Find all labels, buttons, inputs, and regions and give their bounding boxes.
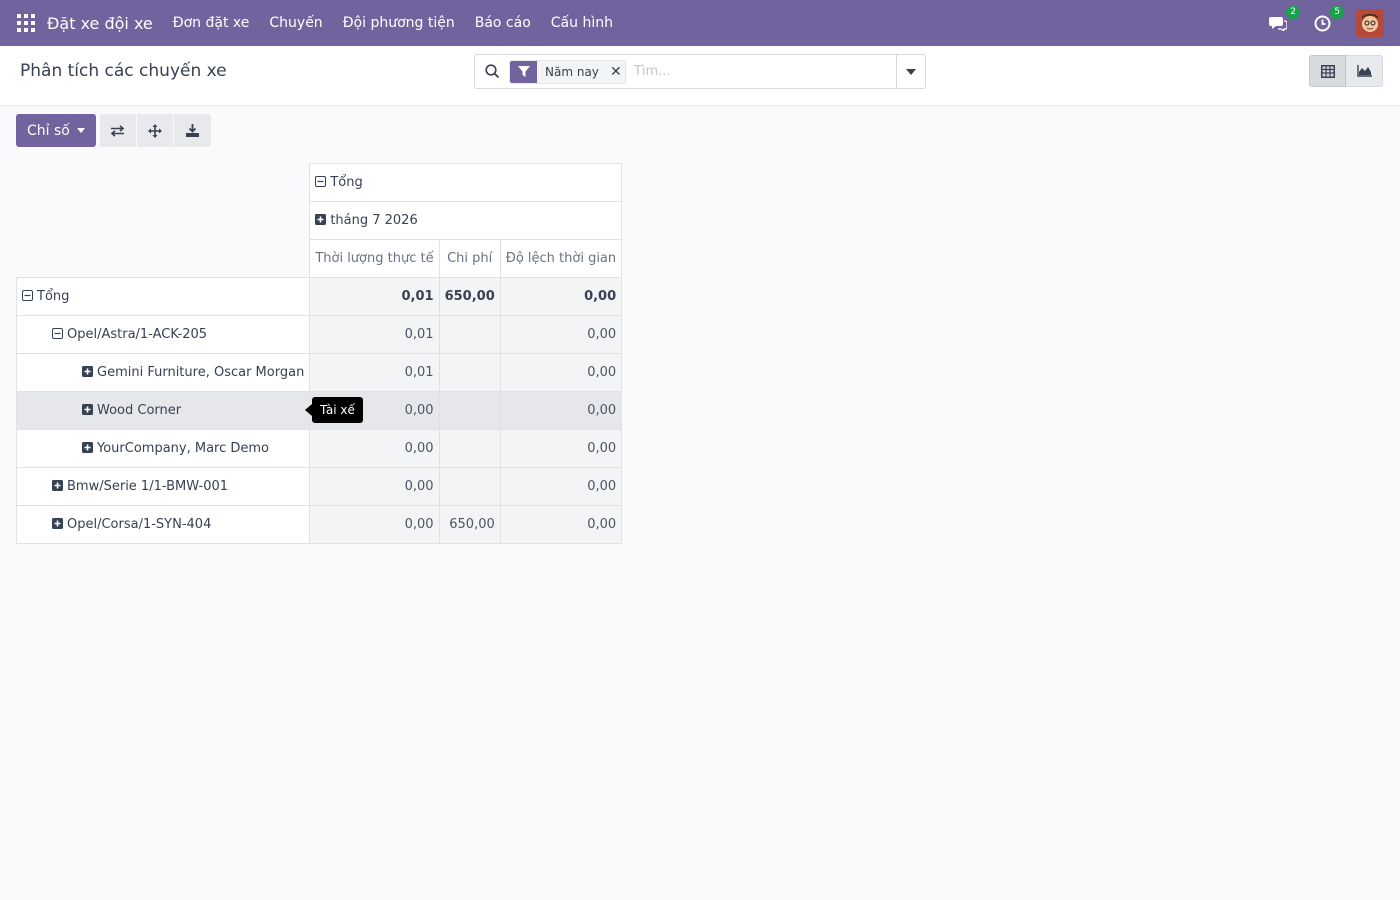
cell-value[interactable]: 0,00 — [499, 391, 623, 430]
cell-value[interactable]: 0,00 — [499, 353, 623, 392]
cell-value[interactable]: 650,00 — [438, 505, 501, 544]
control-panel: Phân tích các chuyến xe Năm nay ✕ — [0, 46, 1400, 106]
table-row: Tổng 0,01 650,00 0,00 — [15, 277, 623, 316]
area-chart-icon — [1356, 65, 1372, 77]
apps-menu-icon[interactable] — [17, 14, 35, 32]
cell-value[interactable]: 0,00 — [499, 467, 623, 506]
flip-axis-button[interactable] — [99, 114, 137, 147]
pivot-table: Tổng tháng 7 2026 Thời lượng thực tế Chi… — [15, 163, 623, 544]
menu-item-config[interactable]: Cấu hình — [551, 15, 613, 31]
menu-item-trips[interactable]: Chuyến — [269, 15, 322, 31]
page-title: Phân tích các chuyến xe — [20, 61, 227, 81]
search-options-toggle[interactable] — [896, 55, 925, 88]
menu-item-fleet[interactable]: Đội phương tiện — [343, 15, 455, 31]
table-row: Bmw/Serie 1/1-BMW-001 0,00 0,00 — [15, 467, 623, 506]
row-header-gemini[interactable]: Gemini Furniture, Oscar Morgan — [15, 353, 311, 392]
measures-label: Chỉ số — [27, 122, 70, 139]
chat-icon — [1269, 17, 1287, 31]
row-header-bmw[interactable]: Bmw/Serie 1/1-BMW-001 — [15, 467, 311, 506]
cell-value[interactable]: 0,00 — [499, 277, 623, 316]
row-header-opel-astra[interactable]: Opel/Astra/1-ACK-205 — [15, 315, 311, 354]
graph-view-button[interactable] — [1346, 55, 1383, 87]
measure-header-duration[interactable]: Thời lượng thực tế — [309, 239, 440, 278]
facet-remove-icon[interactable]: ✕ — [607, 64, 625, 80]
view-switcher — [1309, 55, 1383, 87]
cell-value[interactable]: 0,00 — [499, 315, 623, 354]
table-row: YourCompany, Marc Demo 0,00 0,00 — [15, 429, 623, 468]
expand-icon — [315, 214, 327, 225]
search-facet: Năm nay ✕ — [509, 59, 626, 84]
download-xlsx-button[interactable] — [173, 114, 211, 147]
cell-value[interactable]: 0,00 — [309, 505, 440, 544]
table-row: Opel/Corsa/1-SYN-404 0,00 650,00 0,00 — [15, 505, 623, 544]
pivot-view-button[interactable] — [1309, 55, 1346, 87]
search-input[interactable] — [633, 64, 896, 79]
collapse-icon — [22, 290, 33, 301]
app-brand[interactable]: Đặt xe đội xe — [47, 14, 153, 33]
cell-value[interactable] — [438, 315, 501, 354]
column-header-month[interactable]: tháng 7 2026 — [309, 201, 623, 240]
cell-value[interactable]: 0,00 — [499, 505, 623, 544]
table-row: Opel/Astra/1-ACK-205 0,01 0,00 — [15, 315, 623, 354]
collapse-icon — [52, 328, 63, 339]
arrows-move-icon — [147, 123, 162, 138]
table-icon — [1320, 64, 1335, 78]
expand-all-button[interactable] — [136, 114, 174, 147]
menu-item-reports[interactable]: Báo cáo — [475, 15, 531, 31]
caret-down-icon — [76, 128, 85, 133]
search-bar: Năm nay ✕ — [474, 54, 926, 89]
activities-button[interactable]: 5 — [1310, 6, 1344, 35]
pivot-toolbar: Chỉ số — [16, 114, 211, 147]
row-header-opel-corsa[interactable]: Opel/Corsa/1-SYN-404 — [15, 505, 311, 544]
cell-value[interactable]: 0,00 — [499, 429, 623, 468]
expand-icon — [82, 442, 93, 453]
cell-value[interactable]: 0,00 — [309, 429, 440, 468]
download-icon — [185, 124, 199, 137]
expand-icon — [82, 366, 93, 377]
expand-icon — [52, 518, 63, 529]
cell-value[interactable] — [438, 391, 501, 430]
cell-value[interactable]: 0,01 — [309, 315, 440, 354]
messages-button[interactable]: 2 — [1266, 6, 1300, 35]
top-navbar: Đặt xe đội xe Đơn đặt xe Chuyến Đội phươ… — [0, 0, 1400, 46]
cell-value[interactable]: 0,01 — [309, 277, 440, 316]
cell-value[interactable]: 0,01 — [309, 353, 440, 392]
menu-item-bookings[interactable]: Đơn đặt xe — [173, 15, 250, 31]
cell-value[interactable] — [438, 429, 501, 468]
table-row: Gemini Furniture, Oscar Morgan 0,01 0,00 — [15, 353, 623, 392]
user-avatar[interactable] — [1356, 9, 1384, 37]
avatar-image — [1356, 9, 1384, 37]
cell-value[interactable]: 650,00 — [438, 277, 501, 316]
search-icon[interactable] — [475, 55, 509, 88]
measure-header-cost[interactable]: Chi phí — [438, 239, 501, 278]
caret-down-icon — [906, 68, 916, 75]
measure-header-delay[interactable]: Độ lệch thời gian — [499, 239, 623, 278]
facet-value: Năm nay — [545, 64, 599, 79]
row-header-yourcompany[interactable]: YourCompany, Marc Demo — [15, 429, 311, 468]
cell-value[interactable] — [438, 467, 501, 506]
collapse-icon — [315, 176, 327, 187]
filter-icon — [510, 60, 537, 83]
column-header-total[interactable]: Tổng — [309, 163, 623, 202]
cell-value[interactable]: 0,00 — [309, 467, 440, 506]
clock-icon — [1314, 15, 1330, 31]
expand-icon — [82, 404, 93, 415]
exchange-icon — [111, 124, 125, 137]
cell-value[interactable] — [438, 353, 501, 392]
messages-count-badge: 2 — [1286, 6, 1300, 19]
row-header-total[interactable]: Tổng — [15, 277, 311, 316]
row-header-wood-corner[interactable]: Wood Corner — [15, 391, 311, 430]
activities-count-badge: 5 — [1330, 6, 1344, 19]
tooltip: Tài xế — [305, 397, 363, 423]
measures-dropdown-button[interactable]: Chỉ số — [16, 114, 96, 147]
expand-icon — [52, 480, 63, 491]
